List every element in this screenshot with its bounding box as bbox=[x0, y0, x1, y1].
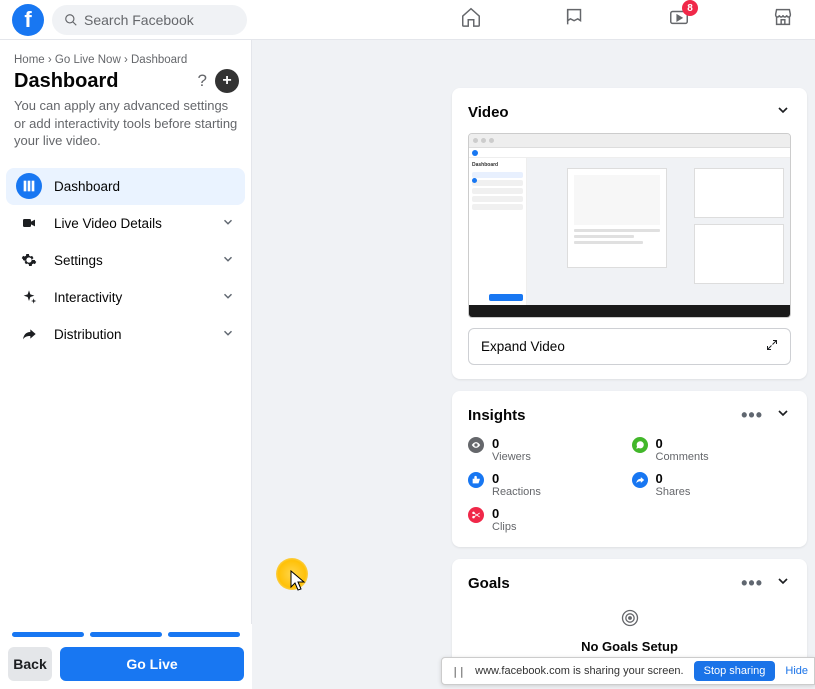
insights-title: Insights bbox=[468, 407, 526, 424]
insight-shares: 0 Shares bbox=[632, 471, 792, 498]
more-options-icon[interactable]: ••• bbox=[741, 405, 763, 426]
hide-share-button[interactable]: Hide bbox=[785, 665, 808, 677]
more-options-icon[interactable]: ••• bbox=[741, 573, 763, 594]
chevron-down-icon bbox=[221, 252, 235, 269]
nav-item-interactivity[interactable]: Interactivity bbox=[6, 279, 245, 316]
goals-empty-title: No Goals Setup bbox=[468, 639, 791, 654]
insight-viewers: 0 Viewers bbox=[468, 436, 628, 463]
stop-sharing-button[interactable]: Stop sharing bbox=[694, 661, 776, 681]
main-content: Video Dashboard bbox=[252, 40, 815, 689]
help-icon[interactable]: ? bbox=[198, 71, 207, 91]
video-icon bbox=[16, 210, 42, 236]
search-input[interactable]: Search Facebook bbox=[52, 5, 247, 35]
progress-bar bbox=[8, 632, 244, 637]
expand-video-label: Expand Video bbox=[481, 339, 565, 354]
chevron-down-icon[interactable] bbox=[775, 102, 791, 123]
video-preview: Dashboard bbox=[468, 133, 791, 318]
goals-title: Goals bbox=[468, 575, 510, 592]
chevron-down-icon[interactable] bbox=[775, 405, 791, 426]
video-panel-title: Video bbox=[468, 104, 509, 121]
page-title: Dashboard bbox=[14, 70, 118, 93]
search-icon bbox=[64, 13, 78, 27]
sidebar: Home › Go Live Now › Dashboard Dashboard… bbox=[0, 40, 252, 689]
gear-icon bbox=[16, 247, 42, 273]
back-button[interactable]: Back bbox=[8, 647, 52, 681]
breadcrumb: Home › Go Live Now › Dashboard bbox=[14, 54, 239, 66]
pause-icon[interactable]: || bbox=[452, 665, 465, 678]
clip-icon bbox=[468, 507, 484, 523]
insights-panel: Insights ••• 0 Viewers bbox=[452, 391, 807, 547]
share-icon bbox=[632, 472, 648, 488]
nav-item-distribution[interactable]: Distribution bbox=[6, 316, 245, 353]
nav-label-distribution: Distribution bbox=[54, 327, 122, 342]
like-icon bbox=[468, 472, 484, 488]
pages-icon[interactable] bbox=[564, 6, 586, 33]
expand-video-button[interactable]: Expand Video bbox=[468, 328, 791, 365]
breadcrumb-dashboard[interactable]: Dashboard bbox=[131, 54, 187, 66]
sparkle-icon bbox=[16, 284, 42, 310]
nav-label-interactivity: Interactivity bbox=[54, 290, 122, 305]
go-live-button[interactable]: Go Live bbox=[60, 647, 244, 681]
chevron-down-icon bbox=[221, 215, 235, 232]
video-panel: Video Dashboard bbox=[452, 88, 807, 379]
insight-clips: 0 Clips bbox=[468, 506, 628, 533]
top-header: f Search Facebook 8 bbox=[0, 0, 815, 40]
expand-icon bbox=[766, 339, 778, 354]
chevron-down-icon bbox=[221, 289, 235, 306]
page-description: You can apply any advanced settings or a… bbox=[14, 97, 239, 150]
marketplace-icon[interactable] bbox=[772, 6, 794, 33]
search-placeholder: Search Facebook bbox=[84, 12, 194, 28]
nav-item-live-details[interactable]: Live Video Details bbox=[6, 205, 245, 242]
home-icon[interactable] bbox=[460, 6, 482, 33]
dashboard-icon bbox=[16, 173, 42, 199]
chevron-down-icon bbox=[221, 326, 235, 343]
nav-item-settings[interactable]: Settings bbox=[6, 242, 245, 279]
watch-badge: 8 bbox=[682, 0, 698, 16]
add-button[interactable]: + bbox=[215, 69, 239, 93]
sidebar-footer: Back Go Live bbox=[0, 624, 252, 689]
nav-item-dashboard[interactable]: Dashboard bbox=[6, 168, 245, 205]
breadcrumb-home[interactable]: Home bbox=[14, 54, 45, 66]
nav-label-dashboard: Dashboard bbox=[54, 179, 120, 194]
nav-label-live-details: Live Video Details bbox=[54, 216, 162, 231]
nav-label-settings: Settings bbox=[54, 253, 103, 268]
share-text: www.facebook.com is sharing your screen. bbox=[475, 665, 683, 677]
screen-share-bar: || www.facebook.com is sharing your scre… bbox=[441, 657, 815, 685]
share-arrow-icon bbox=[16, 321, 42, 347]
insight-reactions: 0 Reactions bbox=[468, 471, 628, 498]
eye-icon bbox=[468, 437, 484, 453]
target-icon bbox=[468, 608, 791, 633]
chevron-down-icon[interactable] bbox=[775, 573, 791, 594]
breadcrumb-golive[interactable]: Go Live Now bbox=[55, 54, 121, 66]
comment-icon bbox=[632, 437, 648, 453]
facebook-logo[interactable]: f bbox=[12, 4, 44, 36]
insight-comments: 0 Comments bbox=[632, 436, 792, 463]
watch-icon[interactable]: 8 bbox=[668, 6, 690, 33]
